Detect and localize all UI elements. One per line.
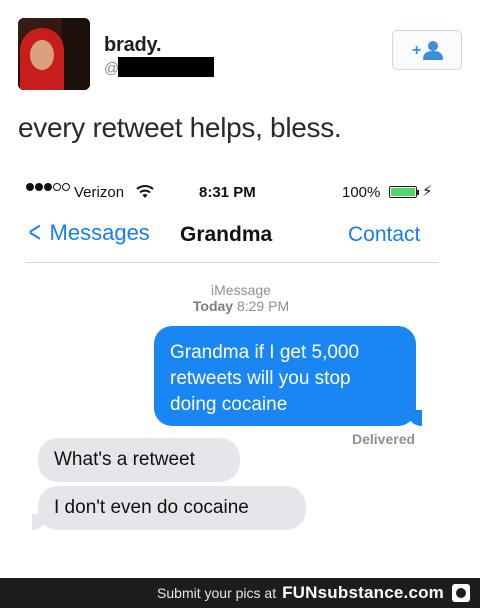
status-time: 8:31 PM (199, 184, 256, 201)
nav-bar: < Messages Grandma Contact (26, 208, 438, 263)
footer-text: Submit your pics at FUNsubstance.com (157, 583, 444, 603)
signal-dot (26, 183, 34, 191)
handle-prefix: @ (104, 60, 120, 77)
add-user-icon: + (412, 41, 443, 60)
watermark-footer: Submit your pics at FUNsubstance.com (0, 578, 480, 608)
battery-percent: 100% (342, 184, 381, 201)
phone-screenshot: Verizon 8:31 PM 100% ⚡ < Messages Grandm… (26, 178, 438, 573)
thread-timestamp: Today 8:29 PM (44, 298, 438, 314)
footer-prefix: Submit your pics at (157, 585, 277, 601)
battery-tip (417, 190, 419, 195)
avatar-face (30, 40, 54, 70)
battery-icon (389, 186, 417, 198)
status-bar: Verizon 8:31 PM 100% ⚡ (26, 178, 438, 206)
service-label: iMessage (211, 282, 271, 298)
signal-dot-empty (53, 183, 61, 191)
signal-dot (44, 183, 52, 191)
avatar[interactable] (18, 18, 90, 90)
outgoing-message[interactable]: Grandma if I get 5,000 retweets will you… (154, 326, 422, 426)
bolt-icon: ⚡ (422, 183, 433, 200)
tweet-text: every retweet helps, bless. (18, 112, 342, 143)
back-button[interactable]: < Messages (26, 216, 150, 249)
signal-dots-icon (26, 183, 70, 191)
wifi-icon (136, 185, 154, 198)
incoming-message[interactable]: I don't even do cocaine (32, 486, 306, 530)
signal-dot (35, 183, 43, 191)
thread-time: 8:29 PM (236, 298, 290, 314)
footer-brand[interactable]: FUNsubstance.com (282, 583, 444, 603)
thread-day: Today (192, 298, 234, 314)
contact-button[interactable]: Contact (348, 223, 420, 247)
chevron-left-icon: < (28, 216, 41, 249)
svg-text:+: + (412, 42, 421, 59)
incoming-message[interactable]: What's a retweet (38, 438, 240, 482)
conversation-title: Grandma (180, 223, 273, 246)
handle-redaction (118, 57, 214, 77)
battery-fill (391, 188, 415, 196)
carrier-name: Verizon (74, 184, 125, 201)
brand-logo-icon (452, 584, 470, 602)
delivered-status: Delivered (352, 431, 416, 447)
follow-button[interactable]: + (392, 30, 462, 70)
username[interactable]: brady. (104, 34, 162, 57)
avatar-hair (62, 18, 90, 90)
signal-dot-empty (62, 183, 70, 191)
back-label: Messages (49, 220, 150, 245)
